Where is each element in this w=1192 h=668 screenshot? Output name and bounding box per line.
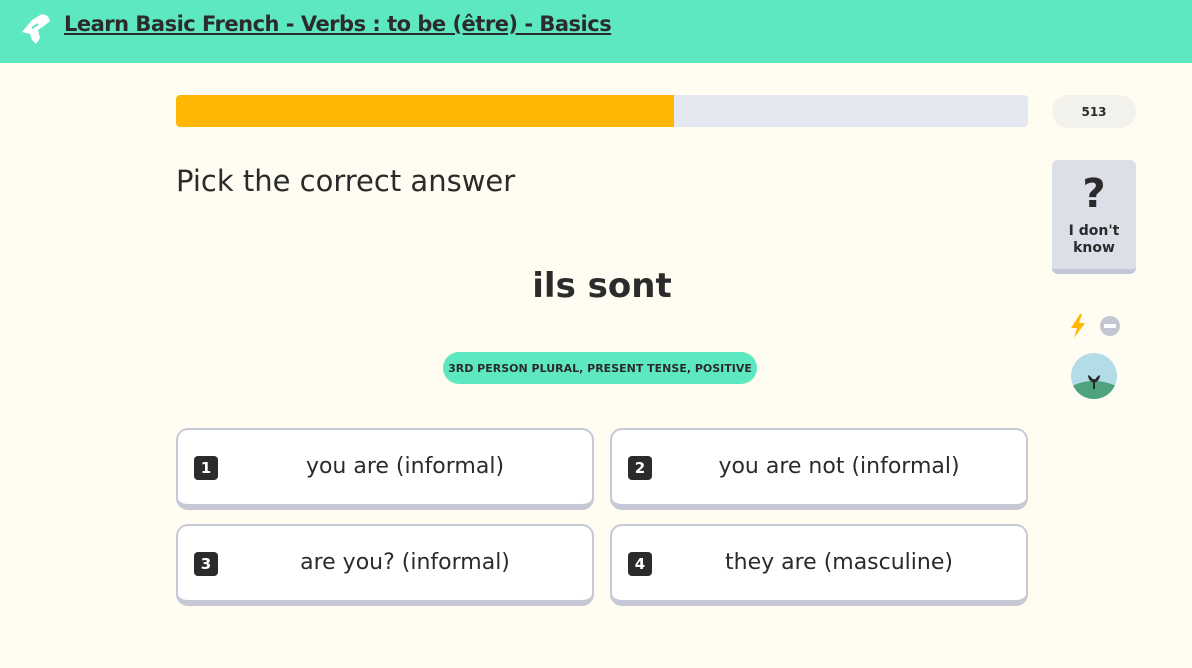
instruction-text: Pick the correct answer [176, 164, 516, 198]
prompt-word: ils sont [532, 266, 672, 306]
option-number-badge: 4 [628, 552, 652, 576]
option-number-badge: 1 [194, 456, 218, 480]
question-mark-icon: ? [1082, 171, 1106, 217]
option-text: you are not (informal) [718, 454, 960, 479]
course-title-link[interactable]: Learn Basic French - Verbs : to be (être… [64, 12, 612, 36]
progress-bar-fill [176, 95, 675, 127]
plant-avatar-icon[interactable] [1071, 353, 1117, 399]
answer-option-4[interactable]: 4 they are (masculine) [610, 524, 1028, 606]
answer-option-3[interactable]: 3 are you? (informal) [176, 524, 594, 606]
lightning-bolt-icon[interactable] [1069, 314, 1087, 338]
grammar-tag: 3RD PERSON PLURAL, PRESENT TENSE, POSITI… [443, 352, 757, 384]
option-text: they are (masculine) [725, 550, 953, 575]
no-entry-icon[interactable] [1099, 315, 1121, 337]
points-counter: 513 [1052, 95, 1136, 128]
answer-option-1[interactable]: 1 you are (informal) [176, 428, 594, 510]
hand-logo-icon[interactable] [18, 10, 54, 46]
option-text: you are (informal) [305, 454, 505, 479]
progress-bar [176, 95, 1028, 127]
option-number-badge: 2 [628, 456, 652, 480]
top-bar: Learn Basic French - Verbs : to be (être… [0, 0, 1192, 63]
dont-know-button[interactable]: ? I don't know [1052, 160, 1136, 274]
option-text: are you? (informal) [300, 550, 510, 575]
answer-option-2[interactable]: 2 you are not (informal) [610, 428, 1028, 510]
dont-know-label: I don't know [1068, 223, 1120, 256]
option-number-badge: 3 [194, 552, 218, 576]
